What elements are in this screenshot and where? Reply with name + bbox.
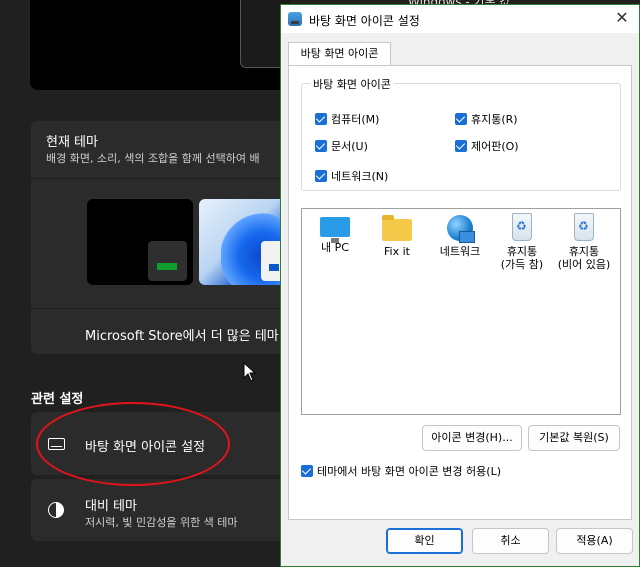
checkbox-label: 제어판(O) — [471, 140, 519, 153]
checkbox-label: 네트워크(N) — [331, 170, 389, 183]
contrast-icon — [48, 502, 64, 518]
checkbox-checked-icon — [315, 170, 327, 182]
checkbox-label: 테마에서 바탕 화면 아이콘 변경 허용(L) — [317, 465, 501, 478]
current-theme-title: 현재 테마 — [46, 135, 98, 150]
icon-item-network[interactable]: 네트워크 — [427, 215, 493, 258]
folder-icon — [382, 215, 412, 241]
checkbox-checked-icon — [301, 465, 313, 477]
checkbox-checked-icon — [455, 140, 467, 152]
checkbox-checked-icon — [315, 140, 327, 152]
checkbox-label: 컴퓨터(M) — [331, 113, 380, 126]
thumbnail-accent-bar — [269, 264, 279, 271]
checkbox-allow-themes[interactable]: 테마에서 바탕 화면 아이콘 변경 허용(L) — [301, 463, 501, 479]
checkbox-control-panel[interactable]: 제어판(O) — [455, 138, 519, 154]
dialog-title: 바탕 화면 아이콘 설정 — [309, 14, 420, 28]
contrast-themes-label: 대비 테마 — [85, 499, 137, 514]
contrast-themes-subtitle: 저시력, 빛 민감성을 위한 색 테마 — [85, 516, 238, 529]
close-icon[interactable]: ✕ — [613, 9, 631, 27]
theme-thumbnail-bloom[interactable] — [199, 199, 291, 285]
related-settings-heading: 관련 설정 — [31, 392, 84, 407]
icon-item-recycle-bin-full[interactable]: 휴지통 (가득 참) — [489, 213, 555, 271]
red-highlight-ellipse — [36, 402, 230, 486]
checkbox-network[interactable]: 네트워크(N) — [315, 168, 388, 184]
desktop-icons-group: 바탕 화면 아이콘 컴퓨터(M) 휴지통(R) 문서(U) 제어판(O) 네트워… — [301, 76, 621, 191]
store-themes-link[interactable]: Microsoft Store에서 더 많은 테마 — [85, 325, 279, 344]
restore-default-button[interactable]: 기본값 복원(S) — [528, 425, 620, 451]
apply-button[interactable]: 적용(A) — [556, 528, 633, 554]
contrast-themes-row[interactable]: 대비 테마 저시력, 빛 민감성을 위한 색 테마 — [31, 479, 291, 541]
icon-label: 네트워크 — [439, 245, 481, 258]
group-label: 바탕 화면 아이콘 — [310, 76, 394, 92]
checkbox-documents[interactable]: 문서(U) — [315, 138, 368, 154]
thumbnail-accent-bar — [157, 263, 177, 270]
checkbox-checked-icon — [455, 113, 467, 125]
dialog-app-icon — [288, 12, 302, 26]
checkbox-computer[interactable]: 컴퓨터(M) — [315, 111, 379, 127]
checkbox-label: 휴지통(R) — [471, 113, 518, 126]
icon-item-fix-it[interactable]: Fix it — [364, 215, 430, 258]
checkbox-label: 문서(U) — [331, 140, 368, 153]
mouse-cursor-icon — [243, 362, 257, 382]
icon-label: Fix it — [384, 245, 410, 258]
current-theme-header[interactable]: 현재 테마 배경 화면, 소리, 색의 조합을 함께 선택하여 배 — [31, 121, 291, 179]
tab-panel: 바탕 화면 아이콘 컴퓨터(M) 휴지통(R) 문서(U) 제어판(O) 네트워… — [288, 65, 632, 520]
icon-label: 휴지통 (비어 있음) — [557, 245, 611, 271]
desktop-icon-settings-dialog: 바탕 화면 아이콘 설정 ✕ 바탕 화면 아이콘 바탕 화면 아이콘 컴퓨터(M… — [280, 4, 640, 567]
cancel-button[interactable]: 취소 — [472, 528, 549, 554]
icon-item-this-pc[interactable]: 내 PC — [302, 215, 368, 254]
change-icon-button[interactable]: 아이콘 변경(H)... — [422, 425, 522, 451]
thumbnail-window — [148, 241, 187, 281]
network-icon — [447, 215, 475, 243]
icon-item-recycle-bin-empty[interactable]: 휴지통 (비어 있음) — [551, 213, 617, 271]
recycle-bin-empty-icon — [574, 213, 594, 241]
recycle-bin-full-icon — [512, 213, 532, 241]
theme-thumbnail-dark[interactable] — [87, 199, 193, 285]
monitor-icon — [320, 217, 350, 243]
checkbox-recycle-bin[interactable]: 휴지통(R) — [455, 111, 518, 127]
icon-label: 휴지통 (가득 참) — [500, 245, 544, 271]
current-theme-subtitle: 배경 화면, 소리, 색의 조합을 함께 선택하여 배 — [46, 152, 260, 165]
store-themes-link-row[interactable]: Microsoft Store에서 더 많은 테마 — [31, 308, 291, 354]
ok-button[interactable]: 확인 — [386, 528, 463, 554]
desktop-icon-list[interactable]: 내 PC Fix it 네트워크 휴지통 (가득 참) 휴지통 (비어 있음) — [301, 208, 621, 415]
tab-desktop-icons[interactable]: 바탕 화면 아이콘 — [288, 42, 391, 66]
dialog-titlebar[interactable]: 바탕 화면 아이콘 설정 ✕ — [281, 5, 639, 33]
checkbox-checked-icon — [315, 113, 327, 125]
